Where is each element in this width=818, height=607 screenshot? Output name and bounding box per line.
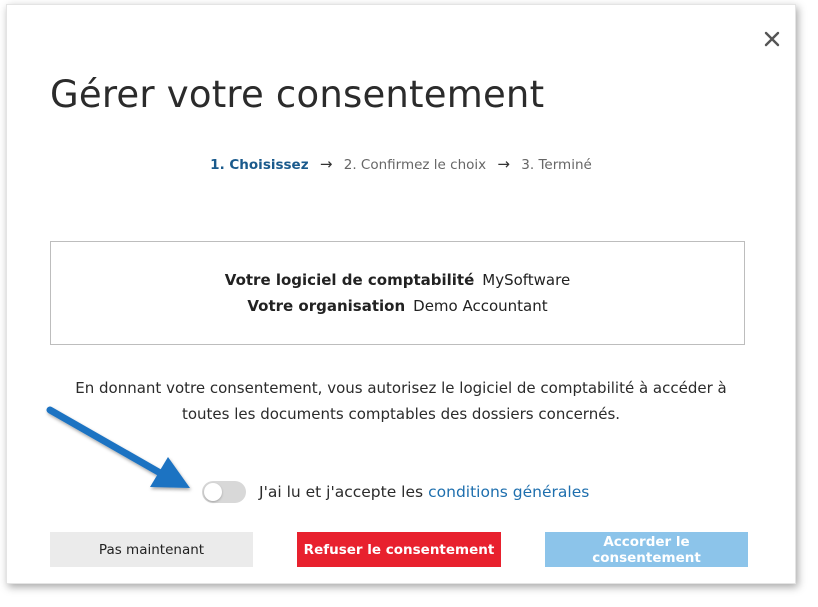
toggle-knob xyxy=(204,483,222,501)
step-choose: 1. Choisissez xyxy=(210,157,309,173)
software-row: Votre logiciel de comptabilité MySoftware xyxy=(225,267,570,293)
dialog-title: Gérer votre consentement xyxy=(50,73,545,116)
software-label: Votre logiciel de comptabilité xyxy=(224,271,475,289)
software-value: MySoftware xyxy=(482,271,571,289)
refuse-consent-button[interactable]: Refuser le consentement xyxy=(297,532,501,567)
not-now-button[interactable]: Pas maintenant xyxy=(50,532,253,567)
description-line-1: En donnant votre consentement, vous auto… xyxy=(75,379,727,397)
organisation-row: Votre organisation Demo Accountant xyxy=(247,293,547,319)
terms-link[interactable]: conditions générales xyxy=(428,483,589,501)
close-button[interactable] xyxy=(759,26,785,52)
step-arrow-icon: → xyxy=(319,155,333,173)
terms-consent-row: J'ai lu et j'accepte les conditions géné… xyxy=(202,481,589,503)
close-icon xyxy=(764,31,780,47)
terms-text: J'ai lu et j'accepte les xyxy=(259,483,424,501)
organisation-value: Demo Accountant xyxy=(413,297,548,315)
step-arrow-icon: → xyxy=(497,155,510,173)
step-indicator: 1. Choisissez → 2. Confirmez le choix → … xyxy=(7,155,795,173)
organisation-label: Votre organisation xyxy=(247,297,406,315)
step-done: 3. Terminé xyxy=(521,157,592,173)
info-box: Votre logiciel de comptabilité MySoftware… xyxy=(50,241,745,345)
consent-dialog: Gérer votre consentement 1. Choisissez →… xyxy=(6,4,796,584)
step-confirm: 2. Confirmez le choix xyxy=(343,157,487,173)
description-line-2: toutes les documents comptables des doss… xyxy=(181,405,621,423)
consent-description: En donnant votre consentement, vous auto… xyxy=(37,375,765,427)
grant-consent-button[interactable]: Accorder le consentement xyxy=(545,532,748,567)
terms-toggle[interactable] xyxy=(202,481,246,503)
